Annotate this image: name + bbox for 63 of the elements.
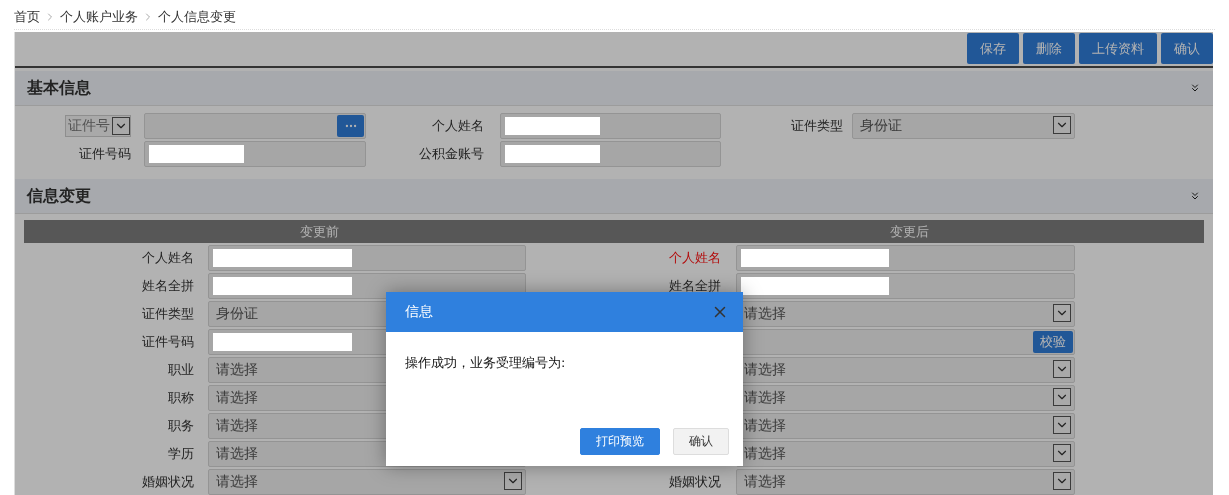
text-field[interactable] [736, 273, 1075, 299]
field-label: 个人姓名 [668, 249, 722, 267]
field-label: 个人姓名 [431, 117, 485, 135]
verify-button[interactable]: 校验 [1033, 331, 1073, 353]
select-placeholder: 请选择 [743, 473, 786, 491]
select-placeholder: 请选择 [215, 445, 258, 463]
select-placeholder: 请选择 [215, 417, 258, 435]
text-field[interactable] [500, 141, 721, 167]
id-type-select[interactable]: 证件号 [65, 115, 131, 137]
select-placeholder: 请选择 [743, 445, 786, 463]
select-field[interactable]: 身份证 [852, 113, 1075, 139]
breadcrumb-link[interactable]: 个人账户业务 [60, 7, 138, 26]
dialog-button[interactable]: 确认 [673, 428, 729, 455]
collapse-icon[interactable] [1189, 190, 1201, 202]
collapse-icon[interactable] [1189, 82, 1201, 94]
text-field[interactable] [736, 245, 1075, 271]
field-label: 姓名全拼 [141, 277, 195, 295]
field-label: 职务 [167, 417, 195, 435]
select-field[interactable]: 请选择 [736, 441, 1075, 467]
lookup-field[interactable] [144, 113, 366, 139]
field-label: 职称 [167, 389, 195, 407]
select-value: 身份证 [859, 117, 902, 135]
more-button[interactable] [337, 115, 364, 137]
field-label: 公积金账号 [418, 145, 485, 163]
text-field[interactable] [500, 113, 721, 139]
toolbar-button[interactable]: 保存 [967, 33, 1019, 64]
field-label: 证件类型 [790, 117, 844, 135]
select-placeholder: 请选择 [743, 389, 786, 407]
toolbar-button[interactable]: 确认 [1161, 33, 1213, 64]
select-placeholder: 请选择 [215, 473, 258, 491]
select-value: 证件号 [68, 117, 110, 135]
dialog-title: 信息 [405, 303, 433, 321]
dialog-button[interactable]: 打印预览 [580, 428, 660, 455]
select-placeholder: 请选择 [215, 389, 258, 407]
field-label: 婚姻状况 [141, 473, 195, 491]
caret-icon [1053, 116, 1071, 134]
field-label: 姓名全拼 [668, 277, 722, 295]
breadcrumb-link[interactable]: 首页 [14, 7, 40, 26]
select-placeholder: 请选择 [743, 305, 786, 323]
field-label: 职业 [167, 361, 195, 379]
select-field[interactable]: 请选择 [736, 469, 1075, 495]
field-label: 学历 [167, 445, 195, 463]
field-label: 个人姓名 [141, 249, 195, 267]
text-field[interactable] [144, 141, 366, 167]
caret-icon [112, 117, 130, 135]
field-label: 证件号码 [78, 145, 132, 163]
field-label: 证件号码 [141, 333, 195, 351]
toolbar-button[interactable]: 删除 [1023, 33, 1075, 64]
select-placeholder: 请选择 [215, 361, 258, 379]
select-placeholder: 请选择 [743, 417, 786, 435]
select-placeholder: 请选择 [743, 361, 786, 379]
toolbar-button[interactable]: 上传资料 [1079, 33, 1157, 64]
select-value: 身份证 [215, 305, 258, 323]
field-label: 证件类型 [141, 305, 195, 323]
column-heading: 变更后 [888, 222, 930, 241]
field-label: 婚姻状况 [668, 473, 722, 491]
section-title: 基本信息 [27, 77, 91, 99]
text-field[interactable] [208, 273, 526, 299]
section-title: 信息变更 [27, 185, 91, 207]
select-field[interactable]: 请选择 [208, 469, 526, 495]
text-field[interactable] [208, 245, 526, 271]
breadcrumb-link[interactable]: 个人信息变更 [158, 7, 236, 26]
column-heading: 变更前 [298, 222, 340, 241]
